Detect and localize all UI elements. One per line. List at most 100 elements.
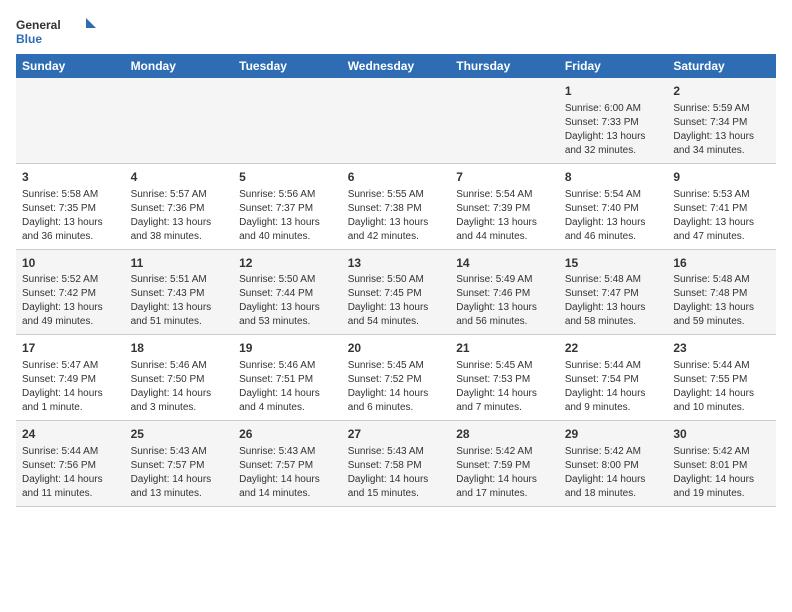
day-number: 21	[456, 340, 553, 357]
calendar-week-row: 3Sunrise: 5:58 AMSunset: 7:35 PMDaylight…	[16, 163, 776, 249]
day-detail-text: Sunrise: 5:47 AM	[22, 359, 119, 373]
day-detail-text: Sunrise: 5:42 AM	[565, 445, 662, 459]
day-detail-text: Sunset: 7:37 PM	[239, 202, 336, 216]
calendar-cell: 2Sunrise: 5:59 AMSunset: 7:34 PMDaylight…	[667, 78, 776, 163]
calendar-cell	[233, 78, 342, 163]
day-detail-text: Daylight: 14 hours and 3 minutes.	[131, 387, 228, 415]
day-detail-text: Daylight: 14 hours and 10 minutes.	[673, 387, 770, 415]
calendar-cell: 29Sunrise: 5:42 AMSunset: 8:00 PMDayligh…	[559, 421, 668, 507]
day-number: 25	[131, 426, 228, 443]
day-detail-text: Daylight: 14 hours and 4 minutes.	[239, 387, 336, 415]
column-header-thursday: Thursday	[450, 54, 559, 78]
day-detail-text: Sunrise: 5:54 AM	[456, 188, 553, 202]
day-number: 24	[22, 426, 119, 443]
day-detail-text: Daylight: 14 hours and 7 minutes.	[456, 387, 553, 415]
day-detail-text: Sunset: 7:51 PM	[239, 373, 336, 387]
calendar-cell: 15Sunrise: 5:48 AMSunset: 7:47 PMDayligh…	[559, 249, 668, 335]
calendar-cell	[16, 78, 125, 163]
day-detail-text: Daylight: 13 hours and 46 minutes.	[565, 216, 662, 244]
day-number: 30	[673, 426, 770, 443]
column-header-friday: Friday	[559, 54, 668, 78]
calendar-cell: 20Sunrise: 5:45 AMSunset: 7:52 PMDayligh…	[342, 335, 451, 421]
calendar-cell: 23Sunrise: 5:44 AMSunset: 7:55 PMDayligh…	[667, 335, 776, 421]
day-number: 23	[673, 340, 770, 357]
calendar-cell	[342, 78, 451, 163]
calendar-cell: 1Sunrise: 6:00 AMSunset: 7:33 PMDaylight…	[559, 78, 668, 163]
calendar-table: SundayMondayTuesdayWednesdayThursdayFrid…	[16, 54, 776, 507]
day-detail-text: Sunrise: 5:50 AM	[348, 273, 445, 287]
day-detail-text: Daylight: 13 hours and 32 minutes.	[565, 130, 662, 158]
calendar-header-row: SundayMondayTuesdayWednesdayThursdayFrid…	[16, 54, 776, 78]
day-detail-text: Sunrise: 5:48 AM	[673, 273, 770, 287]
day-detail-text: Sunset: 7:40 PM	[565, 202, 662, 216]
day-detail-text: Daylight: 13 hours and 42 minutes.	[348, 216, 445, 244]
calendar-week-row: 10Sunrise: 5:52 AMSunset: 7:42 PMDayligh…	[16, 249, 776, 335]
calendar-cell: 25Sunrise: 5:43 AMSunset: 7:57 PMDayligh…	[125, 421, 234, 507]
day-detail-text: Sunrise: 5:57 AM	[131, 188, 228, 202]
day-detail-text: Sunset: 7:34 PM	[673, 116, 770, 130]
day-detail-text: Daylight: 13 hours and 58 minutes.	[565, 301, 662, 329]
day-detail-text: Daylight: 13 hours and 36 minutes.	[22, 216, 119, 244]
day-detail-text: Sunset: 7:35 PM	[22, 202, 119, 216]
day-number: 1	[565, 83, 662, 100]
svg-text:Blue: Blue	[16, 32, 42, 46]
calendar-cell: 13Sunrise: 5:50 AMSunset: 7:45 PMDayligh…	[342, 249, 451, 335]
day-detail-text: Sunrise: 5:45 AM	[456, 359, 553, 373]
day-detail-text: Daylight: 13 hours and 54 minutes.	[348, 301, 445, 329]
day-detail-text: Daylight: 14 hours and 9 minutes.	[565, 387, 662, 415]
calendar-cell: 8Sunrise: 5:54 AMSunset: 7:40 PMDaylight…	[559, 163, 668, 249]
calendar-cell: 16Sunrise: 5:48 AMSunset: 7:48 PMDayligh…	[667, 249, 776, 335]
calendar-cell: 5Sunrise: 5:56 AMSunset: 7:37 PMDaylight…	[233, 163, 342, 249]
logo: General Blue	[16, 16, 96, 46]
day-detail-text: Sunrise: 5:45 AM	[348, 359, 445, 373]
column-header-monday: Monday	[125, 54, 234, 78]
day-detail-text: Sunrise: 5:46 AM	[131, 359, 228, 373]
day-detail-text: Daylight: 13 hours and 47 minutes.	[673, 216, 770, 244]
day-detail-text: Sunset: 8:01 PM	[673, 459, 770, 473]
day-detail-text: Sunset: 7:59 PM	[456, 459, 553, 473]
calendar-cell: 14Sunrise: 5:49 AMSunset: 7:46 PMDayligh…	[450, 249, 559, 335]
day-detail-text: Daylight: 14 hours and 15 minutes.	[348, 473, 445, 501]
day-detail-text: Sunset: 7:50 PM	[131, 373, 228, 387]
day-detail-text: Sunrise: 5:53 AM	[673, 188, 770, 202]
calendar-cell: 28Sunrise: 5:42 AMSunset: 7:59 PMDayligh…	[450, 421, 559, 507]
day-number: 4	[131, 169, 228, 186]
day-detail-text: Sunrise: 5:46 AM	[239, 359, 336, 373]
day-detail-text: Sunrise: 5:55 AM	[348, 188, 445, 202]
calendar-cell: 9Sunrise: 5:53 AMSunset: 7:41 PMDaylight…	[667, 163, 776, 249]
day-number: 12	[239, 255, 336, 272]
day-detail-text: Daylight: 14 hours and 13 minutes.	[131, 473, 228, 501]
day-detail-text: Sunset: 7:53 PM	[456, 373, 553, 387]
calendar-cell: 24Sunrise: 5:44 AMSunset: 7:56 PMDayligh…	[16, 421, 125, 507]
day-number: 26	[239, 426, 336, 443]
day-number: 28	[456, 426, 553, 443]
day-number: 13	[348, 255, 445, 272]
calendar-week-row: 17Sunrise: 5:47 AMSunset: 7:49 PMDayligh…	[16, 335, 776, 421]
day-detail-text: Sunrise: 5:56 AM	[239, 188, 336, 202]
day-detail-text: Daylight: 13 hours and 44 minutes.	[456, 216, 553, 244]
calendar-cell: 6Sunrise: 5:55 AMSunset: 7:38 PMDaylight…	[342, 163, 451, 249]
day-detail-text: Sunset: 7:57 PM	[239, 459, 336, 473]
day-number: 15	[565, 255, 662, 272]
day-detail-text: Sunrise: 6:00 AM	[565, 102, 662, 116]
day-number: 3	[22, 169, 119, 186]
calendar-cell: 21 Sunrise: 5:45 AMSunset: 7:53 PMDayligh…	[450, 335, 559, 421]
day-number: 5	[239, 169, 336, 186]
calendar-week-row: 24Sunrise: 5:44 AMSunset: 7:56 PMDayligh…	[16, 421, 776, 507]
day-number: 10	[22, 255, 119, 272]
day-detail-text: Sunset: 7:54 PM	[565, 373, 662, 387]
day-detail-text: Daylight: 13 hours and 51 minutes.	[131, 301, 228, 329]
day-detail-text: Sunset: 7:43 PM	[131, 287, 228, 301]
day-detail-text: Daylight: 13 hours and 53 minutes.	[239, 301, 336, 329]
day-detail-text: Daylight: 13 hours and 49 minutes.	[22, 301, 119, 329]
column-header-saturday: Saturday	[667, 54, 776, 78]
day-number: 6	[348, 169, 445, 186]
day-number: 14	[456, 255, 553, 272]
calendar-cell	[125, 78, 234, 163]
day-detail-text: Daylight: 14 hours and 17 minutes.	[456, 473, 553, 501]
day-detail-text: Daylight: 14 hours and 6 minutes.	[348, 387, 445, 415]
day-detail-text: Sunset: 7:56 PM	[22, 459, 119, 473]
day-detail-text: Sunrise: 5:50 AM	[239, 273, 336, 287]
column-header-tuesday: Tuesday	[233, 54, 342, 78]
day-detail-text: Daylight: 14 hours and 14 minutes.	[239, 473, 336, 501]
